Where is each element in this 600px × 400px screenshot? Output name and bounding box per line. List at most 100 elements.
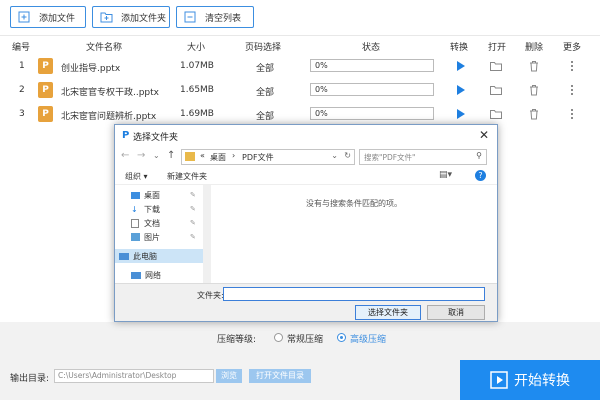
app-logo-icon: P [122, 130, 130, 141]
add-file-button[interactable]: 添加文件 [10, 6, 86, 28]
header-filename: 文件名称 [86, 43, 123, 53]
toolbar: 添加文件 添加文件夹 清空列表 [0, 0, 600, 36]
organize-menu[interactable]: 组织 ▾ [125, 171, 148, 182]
header-more: 更多 [563, 43, 582, 53]
play-icon[interactable] [453, 59, 467, 73]
dialog-footer: 文件夹: 选择文件夹 取消 [115, 283, 497, 321]
trash-icon[interactable] [527, 59, 541, 73]
row-filename: 创业指导.pptx [61, 64, 121, 74]
more-icon[interactable] [565, 59, 579, 73]
add-folder-icon [99, 11, 113, 23]
help-icon[interactable]: ? [475, 170, 486, 181]
radio-high[interactable] [337, 333, 346, 342]
pptx-file-icon: P [38, 106, 53, 122]
nav-item-this-pc[interactable]: 此电脑 [115, 249, 203, 263]
table-row[interactable]: 1 P 创业指导.pptx 1.07MB 全部 0% [0, 55, 600, 79]
browse-button[interactable]: 浏览 [216, 369, 242, 383]
radio-high-dot [340, 336, 343, 339]
path-field[interactable]: « 桌面 › PDF文件 ⌄ ↻ [181, 149, 355, 165]
dialog-titlebar: P 选择文件夹 ✕ [115, 125, 497, 147]
play-icon[interactable] [453, 83, 467, 97]
pin-icon: ✎ [190, 191, 196, 199]
select-folder-button[interactable]: 选择文件夹 [355, 305, 421, 320]
new-folder-button[interactable]: 新建文件夹 [167, 171, 207, 182]
navigation-pane: 桌面 ✎ ↓ 下载 ✎ 文档 ✎ 图片 ✎ 此电脑 网络 [115, 185, 209, 283]
progress-text: 0% [315, 109, 328, 118]
path-segment-desktop[interactable]: 桌面 [210, 152, 226, 163]
path-segment-pdf[interactable]: PDF文件 [242, 152, 274, 163]
pin-icon: ✎ [190, 205, 196, 213]
dialog-toolbar: 组织 ▾ 新建文件夹 ▤▾ ? [115, 167, 497, 185]
nav-scrollbar[interactable] [203, 185, 211, 283]
nav-label: 桌面 [144, 190, 160, 200]
path-prefix: « [200, 151, 205, 160]
row-size: 1.69MB [180, 109, 214, 119]
more-icon[interactable] [565, 107, 579, 121]
nav-item-network[interactable]: 网络 [131, 269, 161, 281]
path-separator: › [232, 151, 236, 160]
header-index: 编号 [12, 43, 31, 53]
back-arrow-icon[interactable]: ← [121, 150, 129, 161]
select-folder-dialog: P 选择文件夹 ✕ ← → ⌄ ↑ « 桌面 › PDF文件 ⌄ ↻ 搜索"PD… [114, 124, 498, 322]
header-convert: 转换 [450, 43, 469, 53]
folder-open-icon[interactable] [489, 83, 503, 97]
radio-normal-label[interactable]: 常规压缩 [287, 332, 323, 345]
search-icon[interactable]: ⚲ [476, 151, 482, 160]
start-convert-button[interactable]: 开始转换 [460, 360, 600, 400]
nav-label: 图片 [144, 232, 160, 242]
nav-item-downloads[interactable]: ↓ 下载 ✎ [131, 203, 196, 215]
header-size: 大小 [187, 43, 206, 53]
nav-item-desktop[interactable]: 桌面 ✎ [131, 189, 196, 201]
header-delete: 删除 [525, 43, 544, 53]
folder-open-icon[interactable] [489, 59, 503, 73]
compression-label: 压缩等级: [217, 335, 257, 345]
output-path-field[interactable]: C:\Users\Administrator\Desktop [54, 369, 214, 383]
output-directory: 输出目录: C:\Users\Administrator\Desktop 浏览 … [0, 366, 460, 388]
add-folder-button[interactable]: 添加文件夹 [92, 6, 170, 28]
radio-high-label[interactable]: 高级压缩 [350, 332, 386, 345]
nav-item-documents[interactable]: 文档 ✎ [131, 217, 196, 229]
close-icon[interactable]: ✕ [479, 128, 489, 142]
nav-label: 网络 [145, 270, 161, 280]
row-pages[interactable]: 全部 [256, 109, 274, 122]
folder-label: 文件夹: [197, 291, 224, 300]
row-size: 1.65MB [180, 85, 214, 95]
more-icon[interactable] [565, 83, 579, 97]
row-pages[interactable]: 全部 [256, 61, 274, 74]
folder-open-icon[interactable] [489, 107, 503, 121]
clear-list-button[interactable]: 清空列表 [176, 6, 254, 28]
dropdown-chevron-icon[interactable]: ⌄ [331, 151, 338, 160]
row-filename: 北宋宦官专权干政..pptx [61, 88, 160, 98]
pin-icon: ✎ [190, 219, 196, 227]
nav-item-pictures[interactable]: 图片 ✎ [131, 231, 196, 243]
play-icon[interactable] [453, 107, 467, 121]
header-status: 状态 [362, 43, 381, 53]
progress-bar: 0% [310, 107, 434, 120]
trash-icon[interactable] [527, 107, 541, 121]
up-arrow-icon[interactable]: ↑ [167, 150, 175, 161]
radio-normal[interactable] [274, 333, 283, 342]
forward-arrow-icon[interactable]: → [137, 150, 145, 161]
nav-label: 此电脑 [133, 251, 157, 261]
add-file-label: 添加文件 [39, 13, 76, 24]
progress-text: 0% [315, 85, 328, 94]
start-convert-label: 开始转换 [514, 373, 570, 389]
search-field[interactable]: 搜索"PDF文件" ⚲ [359, 149, 487, 165]
trash-icon[interactable] [527, 83, 541, 97]
row-pages[interactable]: 全部 [256, 85, 274, 98]
table-row[interactable]: 2 P 北宋宦官专权干政..pptx 1.65MB 全部 0% [0, 79, 600, 103]
folder-input[interactable] [223, 287, 485, 301]
clear-list-label: 清空列表 [205, 13, 242, 24]
download-icon: ↓ [131, 204, 138, 214]
search-placeholder: 搜索"PDF文件" [364, 153, 416, 162]
open-directory-button[interactable]: 打开文件目录 [249, 369, 311, 383]
refresh-icon[interactable]: ↻ [344, 151, 351, 160]
nav-label: 下载 [144, 204, 160, 214]
view-options-icon[interactable]: ▤▾ [439, 170, 452, 180]
output-label: 输出目录: [10, 374, 50, 384]
computer-icon [119, 252, 129, 260]
recent-chevron-icon[interactable]: ⌄ [153, 151, 160, 160]
header-open: 打开 [488, 43, 507, 53]
cancel-button[interactable]: 取消 [427, 305, 485, 320]
file-list-pane: 没有与搜索条件匹配的项。 [211, 185, 497, 283]
